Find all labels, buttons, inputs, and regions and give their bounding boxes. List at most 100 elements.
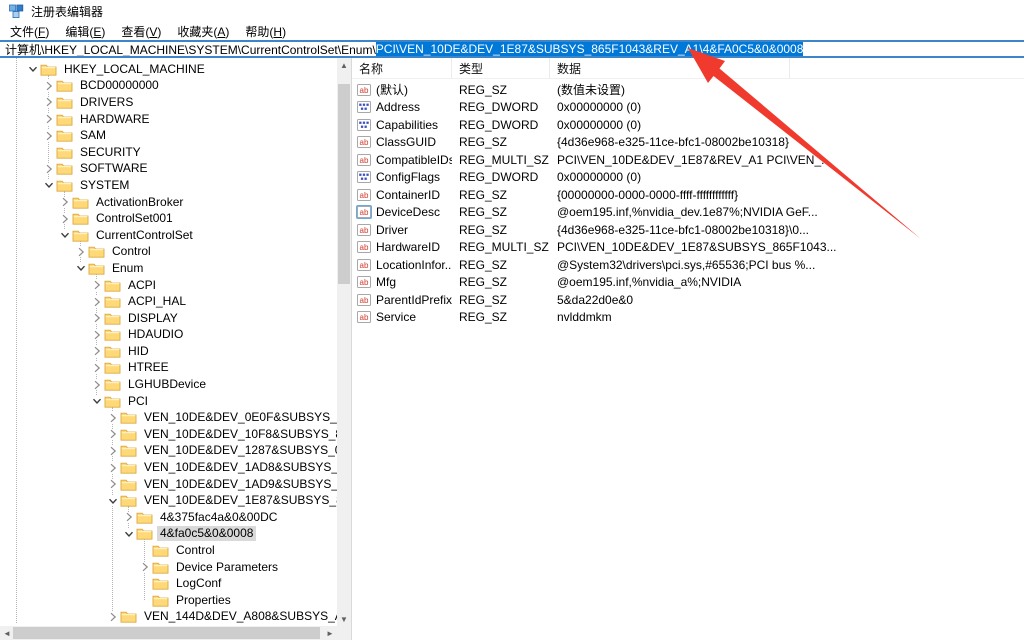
tree-item-ven-10de-dev-10f8-subsys-865f1043-r[interactable]: VEN_10DE&DEV_10F8&SUBSYS_865F1043&R (0, 426, 337, 443)
expand-chevron-icon[interactable] (107, 611, 118, 622)
vertical-scrollbar-thumb[interactable] (338, 84, 350, 284)
value-row-parentidprefix[interactable]: abParentIdPrefixREG_SZ5&da22d0e&0 (352, 291, 1024, 309)
value-row-hardwareid[interactable]: abHardwareIDREG_MULTI_SZPCI\VEN_10DE&DEV… (352, 239, 1024, 257)
tree-item-currentcontrolset[interactable]: CurrentControlSet (0, 227, 337, 244)
expand-chevron-icon[interactable] (43, 163, 54, 174)
tree-item-hardware[interactable]: HARDWARE (0, 111, 337, 128)
scroll-down-icon[interactable]: ▼ (337, 612, 351, 626)
tree-item-device-parameters[interactable]: Device Parameters (0, 559, 337, 576)
menu-item-h[interactable]: 帮助(H) (237, 22, 294, 41)
tree-item-ven-10de-dev-1287-subsys-00007377-r[interactable]: VEN_10DE&DEV_1287&SUBSYS_00007377&R (0, 443, 337, 460)
expand-chevron-icon[interactable] (43, 80, 54, 91)
registry-key-folder-icon (56, 113, 73, 126)
tree-item-label: Control (173, 543, 218, 558)
expand-chevron-icon[interactable] (91, 379, 102, 390)
tree-item-lghubdevice[interactable]: LGHUBDevice (0, 376, 337, 393)
expand-chevron-icon[interactable] (75, 246, 86, 257)
collapse-chevron-icon[interactable] (43, 180, 54, 191)
tree-item-bcd00000000[interactable]: BCD00000000 (0, 78, 337, 95)
menu-item-f[interactable]: 文件(F) (2, 22, 57, 41)
value-row-locationinfor[interactable]: abLocationInfor...REG_SZ@System32\driver… (352, 256, 1024, 274)
collapse-chevron-icon[interactable] (27, 64, 38, 75)
menu-item-v[interactable]: 查看(V) (113, 22, 169, 41)
tree-item-control[interactable]: Control (0, 244, 337, 261)
tree-item-hid[interactable]: HID (0, 343, 337, 360)
title-bar[interactable]: 注册表编辑器 (0, 0, 1024, 22)
scroll-left-icon[interactable]: ◄ (0, 626, 14, 640)
tree-item-hkey-local-machine[interactable]: HKEY_LOCAL_MACHINE (0, 61, 337, 78)
expand-chevron-icon[interactable] (139, 562, 150, 573)
horizontal-scrollbar-thumb[interactable] (13, 627, 320, 639)
tree-item-drivers[interactable]: DRIVERS (0, 94, 337, 111)
menu-item-e[interactable]: 编辑(E) (57, 22, 113, 41)
expand-chevron-icon[interactable] (91, 329, 102, 340)
tree-item-4-375fac4a-0-00dc[interactable]: 4&375fac4a&0&00DC (0, 509, 337, 526)
expand-chevron-icon[interactable] (59, 213, 70, 224)
expand-chevron-icon[interactable] (91, 362, 102, 373)
tree-item-properties[interactable]: Properties (0, 592, 337, 609)
expand-chevron-icon[interactable] (107, 479, 118, 490)
column-header-type[interactable]: 类型 (452, 58, 550, 78)
value-row-mfg[interactable]: abMfgREG_SZ@oem195.inf,%nvidia_a%;NVIDIA (352, 274, 1024, 292)
value-row-compatibleids[interactable]: abCompatibleIDsREG_MULTI_SZPCI\VEN_10DE&… (352, 151, 1024, 169)
tree-item-controlset001[interactable]: ControlSet001 (0, 210, 337, 227)
expand-chevron-icon[interactable] (91, 296, 102, 307)
tree-item-logconf[interactable]: LogConf (0, 575, 337, 592)
expand-chevron-icon[interactable] (107, 445, 118, 456)
tree-item-control[interactable]: Control (0, 542, 337, 559)
collapse-chevron-icon[interactable] (123, 528, 134, 539)
tree-item-ven-10de-dev-0e0f-subsys-00007377-r[interactable]: VEN_10DE&DEV_0E0F&SUBSYS_00007377&R (0, 409, 337, 426)
value-name-cell: abDriver (352, 223, 452, 237)
expand-chevron-icon[interactable] (91, 313, 102, 324)
tree-item-ven-10de-dev-1e87-subsys-865f1043-r[interactable]: VEN_10DE&DEV_1E87&SUBSYS_865F1043&R (0, 492, 337, 509)
expand-chevron-icon[interactable] (91, 280, 102, 291)
tree-item-software[interactable]: SOFTWARE (0, 161, 337, 178)
value-row-driver[interactable]: abDriverREG_SZ{4d36e968-e325-11ce-bfc1-0… (352, 221, 1024, 239)
scroll-up-icon[interactable]: ▲ (337, 58, 351, 72)
collapse-chevron-icon[interactable] (91, 396, 102, 407)
value-row-classguid[interactable]: abClassGUIDREG_SZ{4d36e968-e325-11ce-bfc… (352, 134, 1024, 152)
expand-chevron-icon[interactable] (43, 114, 54, 125)
collapse-chevron-icon[interactable] (75, 263, 86, 274)
expand-chevron-icon[interactable] (91, 346, 102, 357)
tree-item-hdaudio[interactable]: HDAUDIO (0, 327, 337, 344)
tree-item-enum[interactable]: Enum (0, 260, 337, 277)
value-row-service[interactable]: abServiceREG_SZnvlddmkm (352, 309, 1024, 327)
tree-horizontal-scrollbar[interactable]: ◄ ► (0, 626, 337, 640)
tree-item-ven-10de-dev-1ad8-subsys-865f1043-f[interactable]: VEN_10DE&DEV_1AD8&SUBSYS_865F1043&F (0, 459, 337, 476)
expand-chevron-icon[interactable] (43, 97, 54, 108)
tree-item-acpi[interactable]: ACPI (0, 277, 337, 294)
expand-chevron-icon[interactable] (107, 429, 118, 440)
expand-chevron-icon[interactable] (107, 412, 118, 423)
column-header-data[interactable]: 数据 (550, 58, 790, 78)
value-row-address[interactable]: AddressREG_DWORD0x00000000 (0) (352, 99, 1024, 117)
menu-item-a[interactable]: 收藏夹(A) (169, 22, 237, 41)
expand-chevron-icon[interactable] (123, 512, 134, 523)
tree-vertical-scrollbar[interactable]: ▲ ▼ (337, 58, 351, 626)
tree-item-activationbroker[interactable]: ActivationBroker (0, 194, 337, 211)
tree-item-acpi-hal[interactable]: ACPI_HAL (0, 293, 337, 310)
tree-item-4-fa0c5-0-0008[interactable]: 4&fa0c5&0&0008 (0, 526, 337, 543)
value-row-capabilities[interactable]: CapabilitiesREG_DWORD0x00000000 (0) (352, 116, 1024, 134)
value-row-containerid[interactable]: abContainerIDREG_SZ{00000000-0000-0000-f… (352, 186, 1024, 204)
tree-item-system[interactable]: SYSTEM (0, 177, 337, 194)
collapse-chevron-icon[interactable] (107, 495, 118, 506)
reg-string-icon: ab (356, 205, 372, 219)
column-header-name[interactable]: 名称 (352, 58, 452, 78)
scroll-right-icon[interactable]: ► (323, 626, 337, 640)
value-row-devicedesc[interactable]: abDeviceDescREG_SZ@oem195.inf,%nvidia_de… (352, 204, 1024, 222)
address-bar[interactable]: 计算机\HKEY_LOCAL_MACHINE\SYSTEM\CurrentCon… (0, 40, 1024, 58)
tree-item-pci[interactable]: PCI (0, 393, 337, 410)
tree-item-ven-10de-dev-1ad9-subsys-865f1043-f[interactable]: VEN_10DE&DEV_1AD9&SUBSYS_865F1043&F (0, 476, 337, 493)
tree-item-ven-144d-dev-a808-subsys-a801144d[interactable]: VEN_144D&DEV_A808&SUBSYS_A801144D& (0, 609, 337, 626)
value-row-[interactable]: ab(默认)REG_SZ(数值未设置) (352, 81, 1024, 99)
tree-item-display[interactable]: DISPLAY (0, 310, 337, 327)
value-row-configflags[interactable]: ConfigFlagsREG_DWORD0x00000000 (0) (352, 169, 1024, 187)
expand-chevron-icon[interactable] (59, 197, 70, 208)
expand-chevron-icon[interactable] (107, 462, 118, 473)
tree-item-security[interactable]: SECURITY (0, 144, 337, 161)
tree-item-sam[interactable]: SAM (0, 127, 337, 144)
expand-chevron-icon[interactable] (43, 130, 54, 141)
collapse-chevron-icon[interactable] (59, 230, 70, 241)
tree-item-htree[interactable]: HTREE (0, 360, 337, 377)
